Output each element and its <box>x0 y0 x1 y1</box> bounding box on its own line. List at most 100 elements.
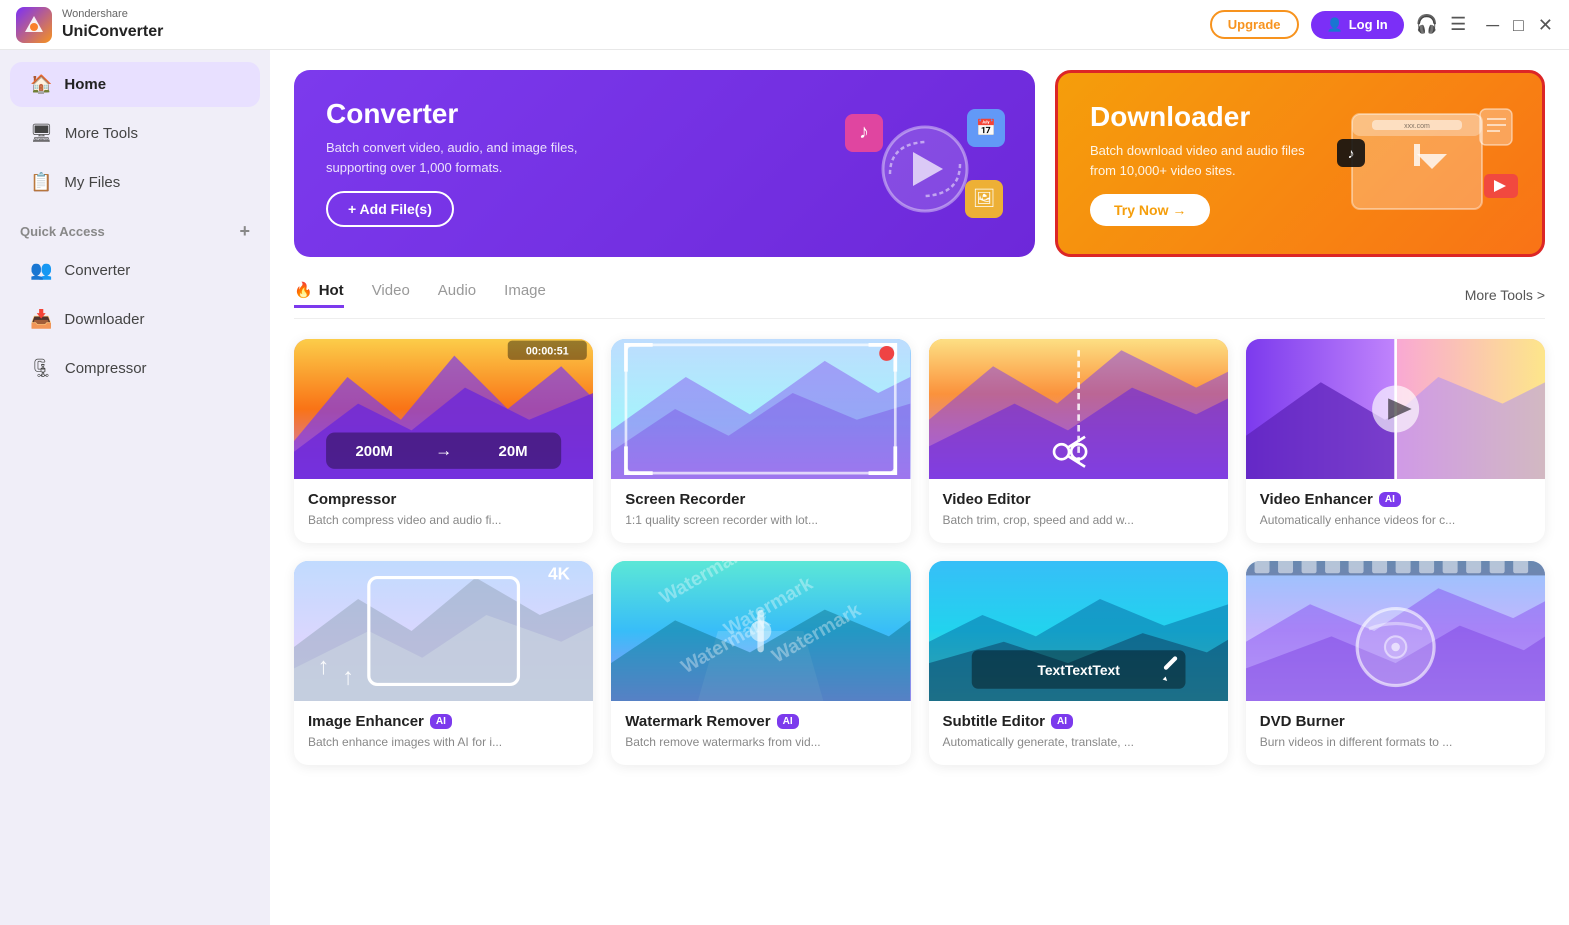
login-button[interactable]: 👤 Log In <box>1311 11 1404 39</box>
video-editor-card-body: Video Editor Batch trim, crop, speed and… <box>929 479 1228 543</box>
main-content: Converter Batch convert video, audio, an… <box>270 50 1569 925</box>
files-icon: 📋 <box>30 172 52 193</box>
svg-text:200M: 200M <box>355 443 392 460</box>
watermark-remover-desc: Batch remove watermarks from vid... <box>625 734 896 751</box>
downloader-banner-desc: Batch download video and audio files fro… <box>1090 141 1330 180</box>
filter-tabs: 🔥 Hot Video Audio Image More Tools > <box>294 281 1545 319</box>
tab-audio[interactable]: Audio <box>438 282 476 308</box>
subtitle-editor-title: Subtitle Editor AI <box>943 713 1214 730</box>
ai-badge-watermark-remover: AI <box>777 714 799 729</box>
sidebar: 🏠 Home 🖥 More Tools 📋 My Files Quick Acc… <box>0 50 270 925</box>
tool-card-compressor[interactable]: 00:00:51 200M → 20M Compressor Batch com… <box>294 339 593 543</box>
ai-badge-subtitle-editor: AI <box>1051 714 1073 729</box>
screen-recorder-card-image <box>611 339 910 479</box>
compressor-card-image: 00:00:51 200M → 20M <box>294 339 593 479</box>
image-enhancer-graphic: ↑ ↑ 4K <box>294 561 593 701</box>
try-now-button[interactable]: Try Now → <box>1090 194 1210 226</box>
subtitle-editor-graphic: TextTextText <box>929 561 1228 701</box>
sidebar-item-home[interactable]: 🏠 Home <box>10 62 260 107</box>
tool-card-video-editor[interactable]: Video Editor Batch trim, crop, speed and… <box>929 339 1228 543</box>
brand-bottom: UniConverter <box>62 22 163 41</box>
quick-access-header: Quick Access + <box>0 211 270 246</box>
menu-icon[interactable]: ☰ <box>1450 14 1466 35</box>
dvd-burner-card-body: DVD Burner Burn videos in different form… <box>1246 701 1545 765</box>
video-enhancer-desc: Automatically enhance videos for c... <box>1260 512 1531 529</box>
quick-access-add-icon[interactable]: + <box>239 221 250 242</box>
tab-hot[interactable]: 🔥 Hot <box>294 281 344 308</box>
app-branding: Wondershare UniConverter <box>16 7 163 43</box>
titlebar: Wondershare UniConverter Upgrade 👤 Log I… <box>0 0 1569 50</box>
downloader-graphic: xxx.com ♪ <box>1332 99 1522 229</box>
tool-card-image-enhancer[interactable]: ↑ ↑ 4K Image Enhancer AI Batch enhance i… <box>294 561 593 765</box>
compressor-desc: Batch compress video and audio fi... <box>308 512 579 529</box>
screen-recorder-card-body: Screen Recorder 1:1 quality screen recor… <box>611 479 910 543</box>
brand-top: Wondershare <box>62 8 163 21</box>
watermark-remover-card-body: Watermark Remover AI Batch remove waterm… <box>611 701 910 765</box>
browser-graphic-svg: xxx.com ♪ <box>1332 99 1522 229</box>
minimize-button[interactable]: ─ <box>1486 16 1499 34</box>
subtitle-editor-desc: Automatically generate, translate, ... <box>943 734 1214 751</box>
converter-icon: 👥 <box>30 260 52 281</box>
image-enhancer-desc: Batch enhance images with AI for i... <box>308 734 579 751</box>
headphone-icon[interactable]: 🎧 <box>1416 14 1438 35</box>
downloader-banner[interactable]: Downloader Batch download video and audi… <box>1055 70 1545 257</box>
add-files-button[interactable]: + Add File(s) <box>326 191 454 227</box>
svg-text:↑: ↑ <box>342 663 354 689</box>
close-button[interactable]: ✕ <box>1538 16 1553 34</box>
tools-grid: 00:00:51 200M → 20M Compressor Batch com… <box>294 339 1545 765</box>
hot-flame-icon: 🔥 <box>294 281 313 299</box>
tab-image[interactable]: Image <box>504 282 546 308</box>
dvd-burner-title: DVD Burner <box>1260 713 1531 730</box>
image-enhancer-title: Image Enhancer AI <box>308 713 579 730</box>
svg-text:↑: ↑ <box>318 653 330 679</box>
video-editor-title: Video Editor <box>943 491 1214 508</box>
converter-banner-desc: Batch convert video, audio, and image fi… <box>326 138 626 177</box>
sidebar-item-my-files[interactable]: 📋 My Files <box>10 160 260 205</box>
upgrade-button[interactable]: Upgrade <box>1210 10 1299 39</box>
svg-text:TextTextText: TextTextText <box>1037 662 1120 678</box>
quick-access-label: Quick Access <box>20 224 105 239</box>
tool-card-dvd-burner[interactable]: DVD Burner Burn videos in different form… <box>1246 561 1545 765</box>
tool-card-screen-recorder[interactable]: Screen Recorder 1:1 quality screen recor… <box>611 339 910 543</box>
subtitle-editor-card-body: Subtitle Editor AI Automatically generat… <box>929 701 1228 765</box>
sidebar-home-label: Home <box>64 76 106 93</box>
sidebar-item-converter[interactable]: 👥 Converter <box>10 248 260 293</box>
video-enhancer-title: Video Enhancer AI <box>1260 491 1531 508</box>
image-enhancer-card-body: Image Enhancer AI Batch enhance images w… <box>294 701 593 765</box>
downloader-icon: 📥 <box>30 309 52 330</box>
sidebar-item-downloader[interactable]: 📥 Downloader <box>10 297 260 342</box>
svg-text:4K: 4K <box>548 564 571 583</box>
sidebar-item-compressor[interactable]: 🗜 Compressor <box>10 346 260 391</box>
tab-video[interactable]: Video <box>372 282 410 308</box>
svg-text:xxx.com: xxx.com <box>1404 123 1430 130</box>
svg-text:♪: ♪ <box>859 121 869 143</box>
tool-card-watermark-remover[interactable]: Watermark Watermark Watermark Watermark … <box>611 561 910 765</box>
screen-recorder-desc: 1:1 quality screen recorder with lot... <box>625 512 896 529</box>
sidebar-my-files-label: My Files <box>64 174 120 191</box>
video-editor-card-image <box>929 339 1228 479</box>
dvd-burner-graphic <box>1246 561 1545 701</box>
image-enhancer-card-image: ↑ ↑ 4K <box>294 561 593 701</box>
watermark-remover-graphic: Watermark Watermark Watermark Watermark <box>611 561 910 701</box>
converter-banner[interactable]: Converter Batch convert video, audio, an… <box>294 70 1035 257</box>
window-controls: ─ □ ✕ <box>1486 16 1553 34</box>
watermark-remover-title: Watermark Remover AI <box>625 713 896 730</box>
converter-graphic: ♪ 📅 🖼 <box>835 104 1015 224</box>
app-name: Wondershare UniConverter <box>62 8 163 40</box>
main-layout: 🏠 Home 🖥 More Tools 📋 My Files Quick Acc… <box>0 50 1569 925</box>
tool-card-video-enhancer[interactable]: Video Enhancer AI Automatically enhance … <box>1246 339 1545 543</box>
svg-text:00:00:51: 00:00:51 <box>526 345 569 357</box>
titlebar-actions: Upgrade 👤 Log In 🎧 ☰ ─ □ ✕ <box>1210 10 1553 39</box>
video-enhancer-card-body: Video Enhancer AI Automatically enhance … <box>1246 479 1545 543</box>
ai-badge-image-enhancer: AI <box>430 714 452 729</box>
tool-card-subtitle-editor[interactable]: TextTextText Subtitle Editor AI Automati… <box>929 561 1228 765</box>
svg-text:📅: 📅 <box>976 118 996 137</box>
sidebar-compressor-label: Compressor <box>65 360 147 377</box>
home-icon: 🏠 <box>30 74 52 95</box>
maximize-button[interactable]: □ <box>1513 16 1524 34</box>
more-tools-link[interactable]: More Tools > <box>1465 287 1545 303</box>
sidebar-item-more-tools[interactable]: 🖥 More Tools <box>10 111 260 156</box>
compressor-title: Compressor <box>308 491 579 508</box>
compressor-card-body: Compressor Batch compress video and audi… <box>294 479 593 543</box>
sidebar-more-tools-label: More Tools <box>65 125 138 142</box>
